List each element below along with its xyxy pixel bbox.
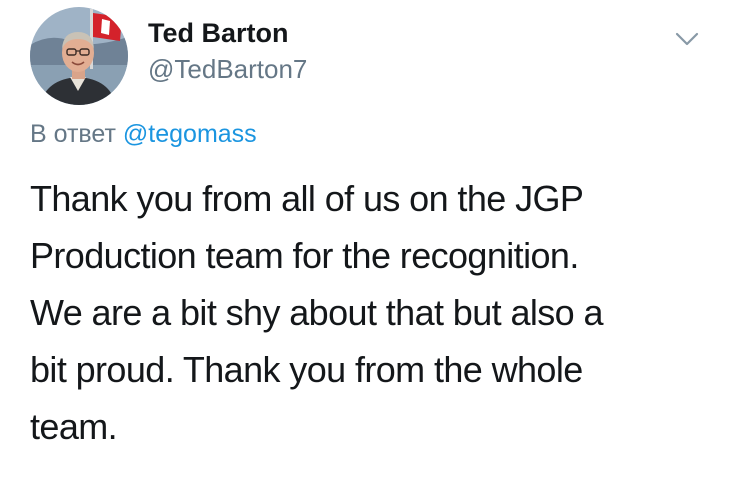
avatar-photo-icon — [30, 7, 128, 105]
tweet-text-line: We are a bit shy about that but also a — [30, 292, 604, 333]
reply-prefix: В ответ — [30, 120, 116, 148]
tweet-text-line: team. — [30, 406, 118, 447]
reply-mention-link[interactable]: @tegomass — [123, 120, 257, 148]
author-name[interactable]: Ted Barton — [148, 18, 289, 49]
tweet-text: Thank you from all of us on the JGP Prod… — [30, 170, 710, 455]
tweet-menu-button[interactable] — [670, 24, 704, 54]
chevron-down-icon — [675, 32, 699, 46]
tweet-card: Ted Barton @TedBarton7 В ответ @tegomass… — [0, 0, 730, 486]
tweet-text-line: Thank you from all of us on the JGP — [30, 178, 584, 219]
tweet-text-line: Production team for the recognition. — [30, 235, 579, 276]
author-avatar[interactable] — [30, 7, 128, 105]
tweet-text-line: bit proud. Thank you from the whole — [30, 349, 583, 390]
reply-context: В ответ @tegomass — [30, 120, 257, 149]
author-handle[interactable]: @TedBarton7 — [148, 54, 307, 85]
